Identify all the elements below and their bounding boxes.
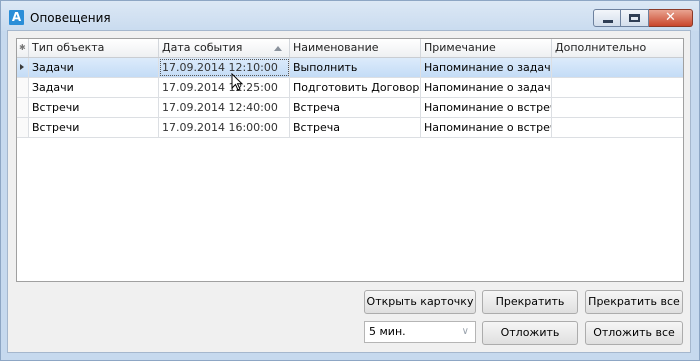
window-title: Оповещения: [30, 11, 111, 25]
column-header-object-type[interactable]: Тип объекта: [29, 39, 159, 57]
table-row[interactable]: Встречи 17.09.2014 12:40:00 Встреча Напо…: [17, 98, 683, 118]
cell-object-type[interactable]: Встречи: [29, 118, 159, 137]
cell-event-date[interactable]: 17.09.2014 12:10:00: [159, 58, 290, 77]
row-header[interactable]: [17, 118, 29, 137]
snooze-interval-value: 5 мин.: [369, 325, 406, 338]
mouse-cursor-icon: [231, 73, 244, 91]
stop-all-button[interactable]: Прекратить все: [585, 290, 683, 314]
close-button[interactable]: ✕: [649, 9, 693, 27]
maximize-icon: [629, 14, 640, 22]
cell-extra[interactable]: [552, 98, 683, 117]
row-header[interactable]: [17, 98, 29, 117]
sort-ascending-icon: [274, 46, 282, 51]
column-header-note[interactable]: Примечание: [421, 39, 552, 57]
cell-object-type[interactable]: Задачи: [29, 78, 159, 97]
app-icon: A: [9, 10, 24, 25]
cell-name[interactable]: Выполнить: [290, 58, 421, 77]
cell-name[interactable]: Встреча: [290, 98, 421, 117]
stop-button[interactable]: Прекратить: [482, 290, 578, 314]
snooze-button[interactable]: Отложить: [482, 321, 578, 345]
column-header-label: Дата события: [162, 41, 243, 54]
cell-extra[interactable]: [552, 78, 683, 97]
maximize-button[interactable]: [621, 9, 649, 27]
cell-note[interactable]: Напоминание о задаче: [421, 78, 552, 97]
window-controls: ✕: [593, 9, 693, 28]
minimize-button[interactable]: [593, 9, 621, 27]
current-row-icon: [20, 64, 24, 70]
cell-note[interactable]: Напоминание о задаче: [421, 58, 552, 77]
title-bar[interactable]: A Оповещения ✕: [1, 1, 699, 31]
chevron-down-icon: ∨: [461, 326, 469, 337]
cell-name[interactable]: Встреча: [290, 118, 421, 137]
row-header[interactable]: [17, 78, 29, 97]
cell-event-date[interactable]: 17.09.2014 12:25:00: [159, 78, 290, 97]
close-icon: ✕: [665, 10, 676, 25]
column-header-event-date[interactable]: Дата события: [159, 39, 290, 57]
cell-extra[interactable]: [552, 118, 683, 137]
cell-name[interactable]: Подготовить Договор: [290, 78, 421, 97]
snooze-interval-select[interactable]: 5 мин. ∨: [364, 321, 476, 343]
cell-note[interactable]: Напоминание о встреч: [421, 118, 552, 137]
table-row[interactable]: Задачи 17.09.2014 12:25:00 Подготовить Д…: [17, 78, 683, 98]
row-header[interactable]: [17, 58, 29, 77]
cell-object-type[interactable]: Задачи: [29, 58, 159, 77]
column-header-name[interactable]: Наименование: [290, 39, 421, 57]
cell-event-date[interactable]: 17.09.2014 16:00:00: [159, 118, 290, 137]
notifications-grid[interactable]: ✱ Тип объекта Дата события Наименование …: [16, 38, 684, 282]
minimize-icon: [603, 20, 613, 23]
snooze-all-button[interactable]: Отложить все: [585, 321, 683, 345]
row-header-corner: ✱: [17, 39, 29, 57]
cell-event-date[interactable]: 17.09.2014 12:40:00: [159, 98, 290, 117]
cell-extra[interactable]: [552, 58, 683, 77]
grid-header: ✱ Тип объекта Дата события Наименование …: [17, 39, 683, 58]
column-header-extra[interactable]: Дополнительно: [552, 39, 683, 57]
open-card-button[interactable]: Открыть карточку: [364, 290, 476, 314]
cell-object-type[interactable]: Встречи: [29, 98, 159, 117]
table-row[interactable]: Задачи 17.09.2014 12:10:00 Выполнить Нап…: [17, 58, 683, 78]
table-row[interactable]: Встречи 17.09.2014 16:00:00 Встреча Напо…: [17, 118, 683, 138]
cell-note[interactable]: Напоминание о встреч: [421, 98, 552, 117]
